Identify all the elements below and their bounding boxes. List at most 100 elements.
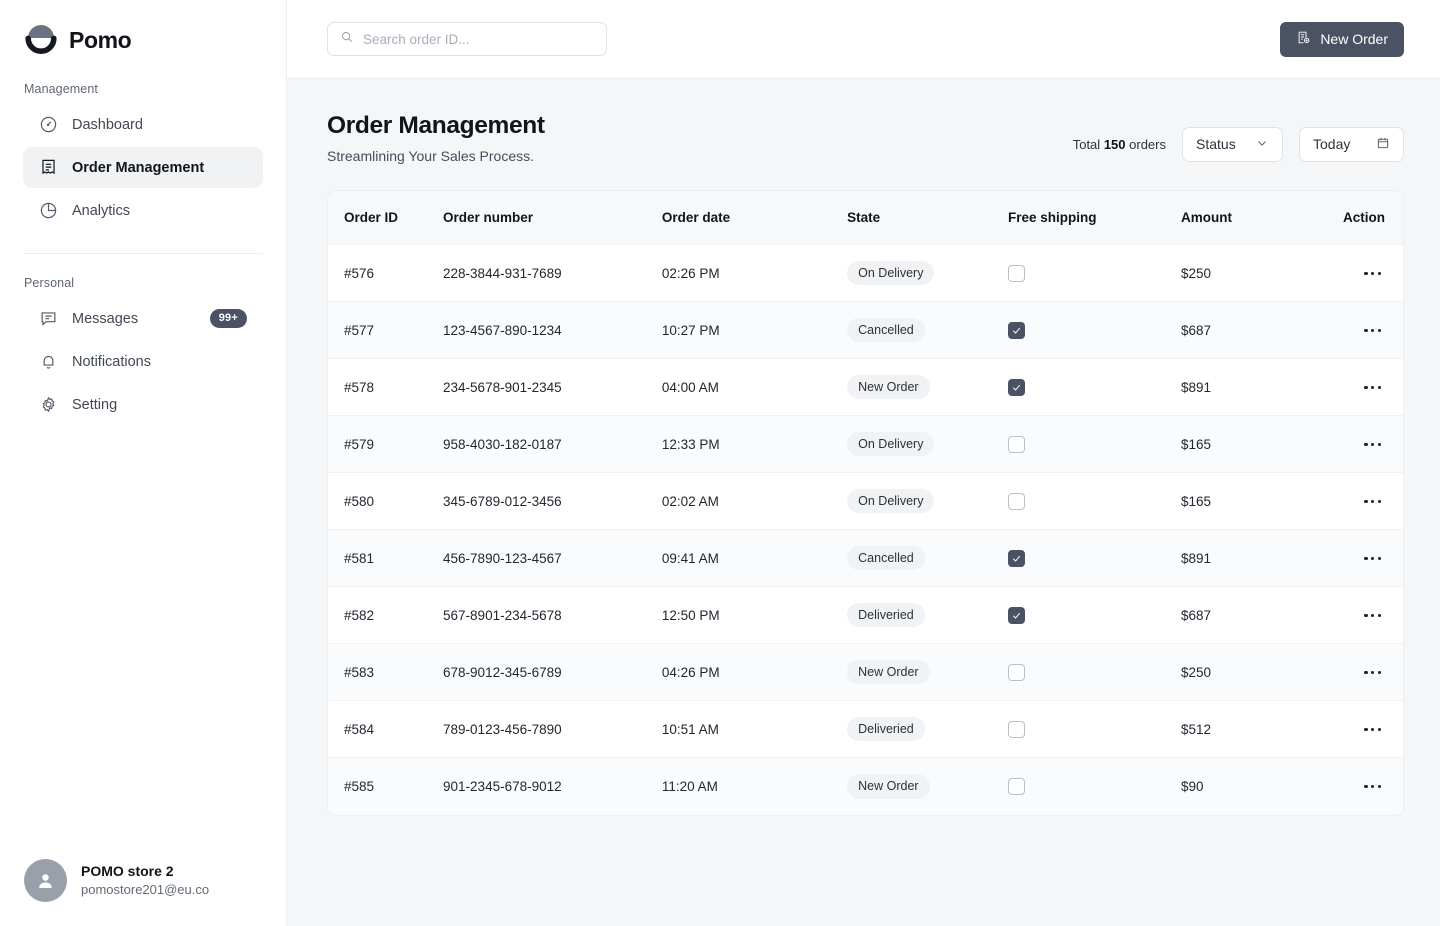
cell-order-id: #583 (328, 643, 444, 701)
cell-action (1301, 757, 1403, 815)
cell-order-date: 04:00 AM (661, 358, 848, 416)
free-shipping-checkbox[interactable] (1007, 549, 1025, 567)
date-filter-picker[interactable]: Today (1299, 126, 1404, 162)
status-badge: Cancelled (847, 545, 925, 571)
cell-state: Cancelled (847, 301, 1008, 359)
cell-order-id: #576 (328, 244, 444, 302)
free-shipping-checkbox[interactable] (1007, 321, 1025, 339)
cell-action (1301, 244, 1403, 302)
sidebar-item-notifications[interactable]: Notifications (23, 341, 263, 382)
more-horizontal-icon[interactable] (1301, 613, 1385, 617)
sidebar-item-label: Analytics (72, 202, 131, 219)
free-shipping-checkbox[interactable] (1007, 720, 1025, 738)
cell-amount: $165 (1181, 415, 1302, 473)
total-count: 150 (1103, 136, 1126, 152)
search-box[interactable] (327, 22, 607, 56)
status-badge: Deliveried (847, 602, 925, 628)
search-input[interactable] (363, 31, 594, 47)
cell-free-shipping (1007, 586, 1182, 644)
column-header-action: Action (1301, 190, 1403, 245)
table-row[interactable]: #580 345-6789-012-3456 02:02 AM On Delivery… (328, 472, 1403, 530)
calendar-icon (1376, 136, 1390, 153)
user-profile[interactable]: POMO store 2 pomostore201@eu.co (0, 859, 287, 926)
cell-state: Cancelled (847, 529, 1008, 587)
chevron-down-icon (1255, 136, 1269, 153)
cell-action (1301, 700, 1403, 758)
sidebar-item-setting[interactable]: Setting (23, 384, 263, 425)
table-row[interactable]: #576 228-3844-931-7689 02:26 PM On Delivery… (328, 244, 1403, 302)
cell-free-shipping (1007, 301, 1182, 359)
cell-order-id: #578 (328, 358, 444, 416)
cell-order-date: 04:26 PM (661, 643, 848, 701)
more-horizontal-icon[interactable] (1301, 385, 1385, 389)
page-header: Order Management Streamlining Your Sales… (327, 111, 1404, 164)
avatar (24, 859, 67, 902)
sidebar-item-dashboard[interactable]: Dashboard (23, 104, 263, 145)
user-icon (39, 874, 52, 888)
table-head: Order ID Order number Order date State F… (328, 190, 1403, 245)
more-horizontal-icon[interactable] (1301, 784, 1385, 788)
cell-order-id: #585 (328, 757, 444, 815)
status-badge: Deliveried (847, 716, 925, 742)
free-shipping-checkbox[interactable] (1007, 435, 1025, 453)
brand-name: Pomo (69, 26, 132, 53)
more-horizontal-icon[interactable] (1301, 727, 1385, 731)
table-row[interactable]: #583 678-9012-345-6789 04:26 PM New Order $2… (328, 643, 1403, 701)
status-filter-dropdown[interactable]: Status (1182, 126, 1283, 162)
sidebar-item-label: Notifications (72, 353, 151, 370)
cell-action (1301, 358, 1403, 416)
cell-state: Deliveried (847, 586, 1008, 644)
cell-action (1301, 529, 1403, 587)
table-row[interactable]: #585 901-2345-678-9012 11:20 AM New Order $9… (328, 757, 1403, 815)
table-row[interactable]: #577 123-4567-890-1234 10:27 PM Cancelled $6… (328, 301, 1403, 359)
more-horizontal-icon[interactable] (1301, 670, 1385, 674)
free-shipping-checkbox[interactable] (1007, 663, 1025, 681)
cell-order-id: #584 (328, 700, 444, 758)
free-shipping-checkbox[interactable] (1007, 264, 1025, 282)
more-horizontal-icon[interactable] (1301, 271, 1385, 275)
cell-action (1301, 472, 1403, 530)
more-horizontal-icon[interactable] (1301, 556, 1385, 560)
profile-text: POMO store 2 pomostore201@eu.co (81, 861, 209, 900)
new-order-button[interactable]: New Order (1280, 21, 1404, 57)
brand: Pomo (0, 0, 286, 60)
cell-order-id: #579 (328, 415, 444, 473)
message-icon (39, 309, 58, 328)
cell-order-number: 345-6789-012-3456 (443, 472, 662, 530)
nav-management: Dashboard Order Management Analytics (0, 104, 286, 231)
free-shipping-checkbox[interactable] (1007, 606, 1025, 624)
status-badge: Cancelled (847, 317, 925, 343)
table-row[interactable]: #579 958-4030-182-0187 12:33 PM On Delivery… (328, 415, 1403, 473)
sidebar-item-messages[interactable]: Messages 99+ (23, 298, 263, 339)
cell-order-date: 02:26 PM (661, 244, 848, 302)
search-icon (340, 30, 354, 49)
more-horizontal-icon[interactable] (1301, 499, 1385, 503)
total-orders-text: Total 150 orders (1073, 137, 1166, 152)
cell-order-date: 10:51 AM (661, 700, 848, 758)
page-subtitle: Streamlining Your Sales Process. (327, 147, 534, 164)
more-horizontal-icon[interactable] (1301, 328, 1385, 332)
cell-order-date: 09:41 AM (661, 529, 848, 587)
free-shipping-checkbox[interactable] (1007, 492, 1025, 510)
sidebar-item-analytics[interactable]: Analytics (23, 190, 263, 231)
cell-state: New Order (847, 358, 1008, 416)
sidebar-item-order-management[interactable]: Order Management (23, 147, 263, 188)
table-row[interactable]: #581 456-7890-123-4567 09:41 AM Cancelled $8… (328, 529, 1403, 587)
table-row[interactable]: #584 789-0123-456-7890 10:51 AM Deliveried $… (328, 700, 1403, 758)
table-row[interactable]: #578 234-5678-901-2345 04:00 AM New Order $8… (328, 358, 1403, 416)
cell-order-number: 901-2345-678-9012 (443, 757, 662, 815)
cell-state: New Order (847, 757, 1008, 815)
cell-free-shipping (1007, 244, 1182, 302)
table-header-row: Order ID Order number Order date State F… (328, 190, 1403, 245)
cell-order-id: #582 (328, 586, 444, 644)
main-area: New Order Order Management Streamlining … (287, 0, 1440, 926)
table-row[interactable]: #582 567-8901-234-5678 12:50 PM Deliveried $… (328, 586, 1403, 644)
more-horizontal-icon[interactable] (1301, 442, 1385, 446)
free-shipping-checkbox[interactable] (1007, 378, 1025, 396)
cell-state: On Delivery (847, 472, 1008, 530)
free-shipping-checkbox[interactable] (1007, 777, 1025, 795)
cell-action (1301, 415, 1403, 473)
cell-order-number: 678-9012-345-6789 (443, 643, 662, 701)
orders-table: Order ID Order number Order date State F… (328, 190, 1403, 815)
check-icon (1012, 555, 1021, 562)
